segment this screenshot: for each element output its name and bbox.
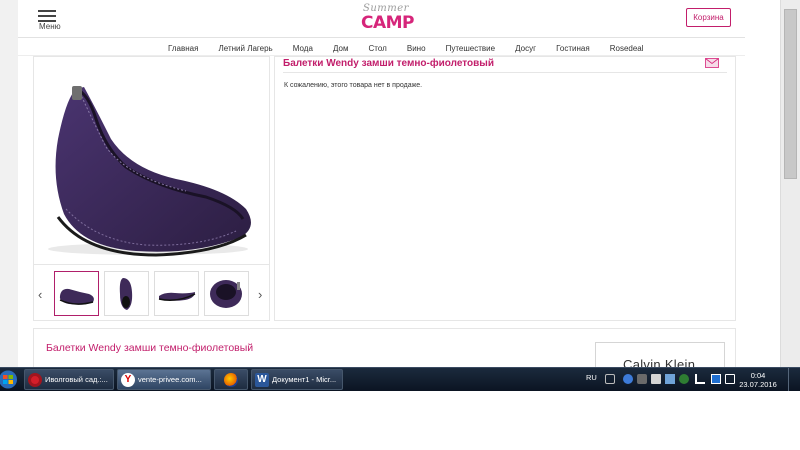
- taskbar-item-label: Документ1 - Micr...: [272, 375, 337, 384]
- thumbnail-3[interactable]: [154, 271, 199, 316]
- envelope-icon[interactable]: [705, 58, 719, 68]
- yandex-browser-icon: Y: [121, 373, 135, 388]
- nav-item-summer-camp[interactable]: Летний Лагерь: [219, 44, 273, 53]
- thumbnail-image: [158, 292, 196, 301]
- scrollbar-thumb[interactable]: [784, 9, 797, 179]
- product-main-image[interactable]: [36, 59, 267, 264]
- menu-label[interactable]: Меню: [39, 22, 61, 31]
- tray-app-icon[interactable]: [637, 374, 647, 384]
- network-icon[interactable]: [695, 374, 705, 384]
- show-desktop-button[interactable]: [788, 368, 800, 391]
- system-clock[interactable]: 0:04 23.07.2016: [737, 371, 779, 389]
- thumbnail-image: [210, 280, 242, 308]
- nav-item-wine[interactable]: Вино: [407, 44, 426, 53]
- language-indicator[interactable]: RU: [586, 373, 597, 382]
- thumbnail-strip: ‹ ›: [34, 264, 269, 321]
- brand-name: Calvin Klein: [623, 357, 696, 367]
- product-title: Балетки Wendy замши темно-фиолетовый: [283, 58, 494, 69]
- hamburger-bar: [38, 15, 56, 17]
- brand-logo-box[interactable]: Calvin Klein: [595, 342, 725, 367]
- cart-button[interactable]: Корзина: [686, 8, 731, 27]
- keyboard-icon[interactable]: [605, 374, 615, 384]
- chevron-left-icon[interactable]: ‹: [38, 287, 42, 302]
- thumbnail-2[interactable]: [104, 271, 149, 316]
- logo-main-text: CAMP: [361, 13, 415, 33]
- nav-item-leisure[interactable]: Досуг: [515, 44, 536, 53]
- windows-taskbar: Иволговый сад.:... Yvente-privee.com... …: [0, 367, 800, 391]
- summer-camp-logo[interactable]: Summer CAMP: [361, 3, 415, 33]
- nav-item-table[interactable]: Стол: [369, 44, 387, 53]
- nav-item-home-goods[interactable]: Дом: [333, 44, 348, 53]
- product-gallery: ‹ ›: [33, 56, 270, 321]
- product-details-card: Балетки Wendy замши темно-фиолетовый Cal…: [33, 328, 736, 367]
- taskbar-item-label: Иволговый сад.:...: [45, 375, 108, 384]
- nav-item-rosedeal[interactable]: Rosedeal: [610, 44, 644, 53]
- nav-item-fashion[interactable]: Мода: [293, 44, 313, 53]
- clock-date: 23.07.2016: [739, 380, 777, 389]
- vertical-scrollbar[interactable]: [780, 0, 800, 367]
- thumbnail-1[interactable]: [54, 271, 99, 316]
- thumbnail-image: [119, 278, 133, 310]
- nav-item-living-room[interactable]: Гостиная: [556, 44, 590, 53]
- thumbnail-4[interactable]: [204, 271, 249, 316]
- display-icon[interactable]: [725, 374, 735, 384]
- tray-app-icon[interactable]: [651, 374, 661, 384]
- taskbar-item-firefox[interactable]: [214, 369, 248, 390]
- thumbnail-image: [59, 288, 94, 305]
- taskbar-item-yandex[interactable]: Yvente-privee.com...: [117, 369, 211, 390]
- tray-app-icon[interactable]: [679, 374, 689, 384]
- opera-icon: [28, 373, 42, 388]
- nav-item-home[interactable]: Главная: [168, 44, 198, 53]
- tray-app-icon[interactable]: [665, 374, 675, 384]
- flag-icon[interactable]: [711, 374, 721, 384]
- taskbar-item-label: vente-privee.com...: [138, 375, 202, 384]
- clock-time: 0:04: [750, 371, 766, 380]
- site-header: Меню Summer CAMP Корзина: [18, 0, 745, 38]
- taskbar-item-word[interactable]: W Документ1 - Micr...: [251, 369, 343, 390]
- details-title: Балетки Wendy замши темно-фиолетовый: [46, 342, 254, 354]
- product-info-panel: Балетки Wendy замши темно-фиолетовый К с…: [274, 56, 736, 321]
- availability-message: К сожалению, этого товара нет в продаже.: [284, 82, 423, 89]
- title-divider: [283, 72, 727, 73]
- word-icon: W: [255, 373, 269, 388]
- chevron-right-icon[interactable]: ›: [258, 287, 262, 302]
- windows-start-icon[interactable]: [0, 368, 18, 391]
- tray-app-icon[interactable]: [623, 374, 633, 384]
- firefox-icon: [224, 373, 238, 388]
- nav-item-travel[interactable]: Путешествие: [446, 44, 495, 53]
- taskbar-item-opera[interactable]: Иволговый сад.:...: [24, 369, 114, 390]
- browser-viewport: Меню Summer CAMP Корзина Главная Летний …: [0, 0, 800, 367]
- main-nav: Главная Летний Лагерь Мода Дом Стол Вино…: [18, 38, 745, 56]
- hamburger-icon: [38, 10, 56, 12]
